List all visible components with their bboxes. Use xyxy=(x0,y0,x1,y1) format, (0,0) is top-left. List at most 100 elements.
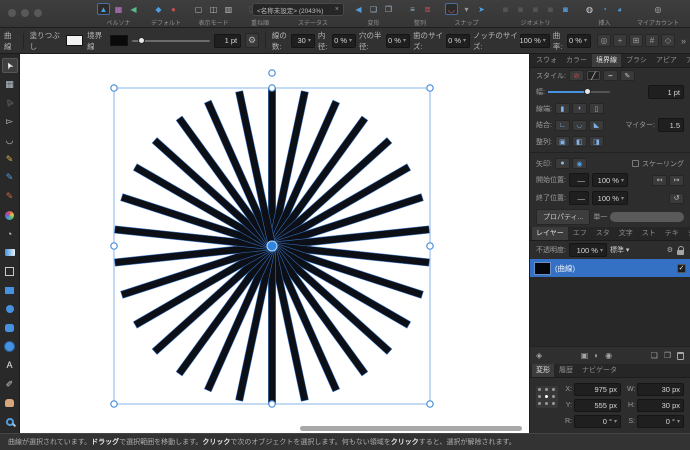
join-round-icon[interactable]: ◡ xyxy=(572,120,587,131)
crop-tool[interactable] xyxy=(2,264,18,279)
canvas[interactable] xyxy=(20,54,529,433)
corner-tool[interactable]: ◡ xyxy=(2,133,18,148)
mask-layer-icon[interactable]: ▣ xyxy=(581,351,589,360)
artboard-tool[interactable]: ▦ xyxy=(2,77,18,92)
parameter-value[interactable]: 0 %▾ xyxy=(386,34,410,48)
stroke-swatch[interactable] xyxy=(110,35,127,46)
anchor-dot[interactable] xyxy=(552,388,555,391)
close-window-icon[interactable] xyxy=(8,9,16,17)
tab-layers-4[interactable]: スト xyxy=(638,227,660,240)
shear-field[interactable]: 0 °▾ xyxy=(637,415,684,428)
rotate-ccw-icon[interactable]: ❐ xyxy=(382,3,395,15)
y-field[interactable]: 555 px xyxy=(574,399,621,412)
join-bevel-icon[interactable]: ◣ xyxy=(589,120,604,131)
close-document-icon[interactable]: × xyxy=(335,6,339,13)
pen-tool[interactable]: ✎ xyxy=(2,152,18,167)
pixel-persona-icon[interactable]: ▦ xyxy=(112,3,125,15)
cap-square-icon[interactable]: ▯ xyxy=(589,103,604,114)
stroke-width-value[interactable]: 1 pt xyxy=(214,34,241,48)
defaults-sync-icon[interactable]: ◆ xyxy=(152,3,165,15)
anchor-dot[interactable] xyxy=(538,395,541,398)
insert-inside-icon[interactable]: ◕ xyxy=(613,3,626,15)
adjustment-layer-icon[interactable]: ◐ xyxy=(594,351,599,360)
parameter-value[interactable]: 30▾ xyxy=(291,34,315,48)
boolean-intersect-icon[interactable]: ◙ xyxy=(529,3,542,15)
flip-vertical-icon[interactable]: ❏ xyxy=(367,3,380,15)
swap-arrows2-icon[interactable]: ↦ xyxy=(669,175,684,186)
snapping-icon[interactable]: ◡ xyxy=(445,3,458,15)
fill-swatch[interactable] xyxy=(66,35,83,46)
layer-settings-gear-icon[interactable]: ⚙ xyxy=(667,246,673,254)
node-tool[interactable]: ➤ xyxy=(2,95,18,110)
swap-arrows-icon[interactable]: ↤ xyxy=(652,175,667,186)
tab-transform-0[interactable]: 変形 xyxy=(532,364,554,377)
anchor-dot[interactable] xyxy=(538,388,541,391)
stroke-width-slider[interactable] xyxy=(132,40,211,42)
convert-to-curves-icon[interactable]: ◎ xyxy=(597,34,611,47)
stroke-dash-icon[interactable]: ┅ xyxy=(603,70,618,81)
stroke-none-icon[interactable]: ⊘ xyxy=(569,70,584,81)
opacity-value[interactable]: 100 %▾ xyxy=(569,243,607,257)
horizontal-scrollbar[interactable] xyxy=(300,426,522,431)
ellipse-tool[interactable] xyxy=(2,302,18,317)
align-outside-icon[interactable]: ◨ xyxy=(589,136,604,147)
parameter-value[interactable]: 100 %▾ xyxy=(520,34,550,48)
tab-layers-0[interactable]: レイヤー xyxy=(532,227,568,240)
parameter-value[interactable]: 0 %▾ xyxy=(332,34,356,48)
tab-layers-6[interactable]: シン xyxy=(684,227,690,240)
pressure-profile-bar[interactable] xyxy=(610,212,684,222)
alignment-icon[interactable]: ≡ xyxy=(406,3,419,15)
stroke-settings-gear-icon[interactable]: ⚙ xyxy=(245,33,259,48)
view-single-icon[interactable]: ▢ xyxy=(192,3,205,15)
miter-value[interactable]: 1.5 xyxy=(658,118,684,132)
pencil-tool[interactable]: ✎ xyxy=(2,170,18,185)
zoom-window-icon[interactable] xyxy=(34,9,42,17)
stroke-brush-icon[interactable]: ✎ xyxy=(620,70,635,81)
anchor-point-selector[interactable] xyxy=(536,386,558,408)
defaults-revert-icon[interactable]: ● xyxy=(167,3,180,15)
move-whole-pixels-icon[interactable]: ➤ xyxy=(475,3,488,15)
guides-icon[interactable]: # xyxy=(645,34,659,47)
boolean-merge-icon[interactable]: ◙ xyxy=(559,3,572,15)
flip-horizontal-icon[interactable]: ◀ xyxy=(352,3,365,15)
delete-layer-icon[interactable] xyxy=(677,352,684,360)
tab-stroke-1[interactable]: カラー xyxy=(562,54,591,67)
tab-layers-3[interactable]: 文字 xyxy=(615,227,637,240)
zoom-tool[interactable] xyxy=(2,414,18,429)
tab-layers-5[interactable]: テキ xyxy=(661,227,683,240)
tab-stroke-3[interactable]: ブラシ xyxy=(622,54,651,67)
export-persona-icon[interactable]: ◀ xyxy=(127,3,140,15)
cap-round-icon[interactable]: ◗ xyxy=(572,103,587,114)
fill-gradient-tool[interactable] xyxy=(2,245,18,260)
tab-transform-1[interactable]: 履歴 xyxy=(555,364,577,377)
align-center-icon[interactable]: ▣ xyxy=(555,136,570,147)
tab-layers-2[interactable]: スタ xyxy=(592,227,614,240)
blend-options-icon[interactable]: ◈ xyxy=(536,351,542,360)
insert-behind-icon[interactable]: ◍ xyxy=(583,3,596,15)
scaling-checkbox[interactable] xyxy=(632,160,639,167)
insert-node-icon[interactable]: + xyxy=(613,34,627,47)
grid-icon[interactable]: ⊞ xyxy=(629,34,643,47)
artistic-text-tool[interactable]: A xyxy=(2,358,18,373)
starburst-artwork[interactable] xyxy=(20,54,528,433)
arrow-start-icon[interactable]: ● xyxy=(555,158,570,169)
overflow-chevron-icon[interactable]: » xyxy=(681,36,686,46)
anchor-dot[interactable] xyxy=(552,402,555,405)
anchor-dot[interactable] xyxy=(545,388,548,391)
anchor-dot[interactable] xyxy=(545,395,548,398)
stroke-solid-icon[interactable]: ╱ xyxy=(586,70,601,81)
minimize-window-icon[interactable] xyxy=(21,9,29,17)
properties-button[interactable]: プロパティ... xyxy=(536,209,590,225)
x-field[interactable]: 975 px xyxy=(574,383,621,396)
vector-brush-tool[interactable]: ✎ xyxy=(2,189,18,204)
h-field[interactable]: 30 px xyxy=(637,399,684,412)
slider-knob[interactable] xyxy=(138,37,145,44)
end-position-value[interactable]: 100 %▾ xyxy=(592,191,628,205)
color-wheel-icon[interactable] xyxy=(2,208,18,223)
end-arrow-select[interactable]: — xyxy=(569,191,589,205)
text-ruler-icon[interactable]: ≣ xyxy=(421,3,434,15)
tab-stroke-5[interactable]: アセッ xyxy=(682,54,690,67)
designer-persona-icon[interactable]: ▲ xyxy=(97,3,110,15)
boolean-add-icon[interactable]: ◙ xyxy=(499,3,512,15)
boolean-divide-icon[interactable]: ◙ xyxy=(544,3,557,15)
